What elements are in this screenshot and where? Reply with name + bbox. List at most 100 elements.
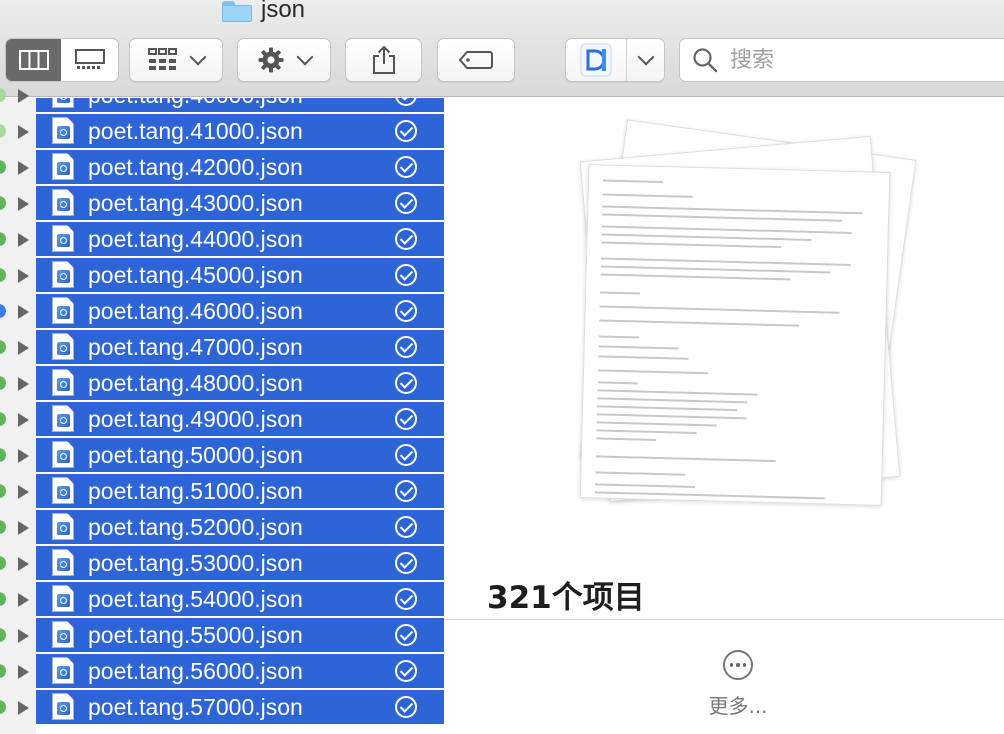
synced-check-icon	[395, 156, 417, 178]
group-by-button[interactable]	[129, 38, 223, 82]
synced-check-icon	[395, 228, 417, 250]
synced-check-icon	[395, 552, 417, 574]
parent-column-row[interactable]	[0, 114, 36, 150]
window-title: json	[261, 0, 306, 23]
json-file-icon	[52, 225, 74, 252]
parent-column-row[interactable]	[0, 78, 36, 114]
search-input[interactable]	[728, 46, 982, 74]
parent-column-row[interactable]	[0, 150, 36, 186]
disclosure-triangle-icon[interactable]	[18, 305, 29, 319]
file-row[interactable]: poet.tang.41000.json	[36, 114, 444, 150]
file-name: poet.tang.54000.json	[88, 586, 303, 612]
file-row[interactable]: poet.tang.57000.json	[36, 690, 444, 726]
file-row[interactable]: poet.tang.45000.json	[36, 258, 444, 294]
view-mode-segmented-control[interactable]	[5, 38, 119, 82]
json-file-icon	[52, 657, 74, 684]
disclosure-triangle-icon[interactable]	[18, 413, 29, 427]
search-field[interactable]	[679, 38, 1004, 82]
more-label: 更多...	[708, 694, 768, 718]
share-button[interactable]	[345, 38, 422, 82]
file-row[interactable]: poet.tang.40000.json	[36, 98, 444, 114]
disclosure-triangle-icon[interactable]	[18, 593, 29, 607]
preview-text-line	[601, 225, 852, 235]
parent-column-row[interactable]	[0, 186, 36, 222]
disclosure-triangle-icon[interactable]	[18, 485, 29, 499]
synced-check-icon	[395, 624, 417, 646]
parent-column-row[interactable]	[0, 582, 36, 618]
file-row[interactable]: poet.tang.47000.json	[36, 330, 444, 366]
status-dot-icon	[0, 700, 6, 714]
file-row[interactable]: poet.tang.44000.json	[36, 222, 444, 258]
parent-column-row[interactable]	[0, 510, 36, 546]
parent-column-row[interactable]	[0, 546, 36, 582]
disclosure-triangle-icon[interactable]	[18, 125, 29, 139]
item-count: 321个项目	[487, 580, 645, 616]
parent-column-row[interactable]	[0, 330, 36, 366]
json-file-icon	[52, 513, 74, 540]
file-row[interactable]: poet.tang.50000.json	[36, 438, 444, 474]
parent-column-row[interactable]	[0, 474, 36, 510]
more-button[interactable]: 更多...	[708, 650, 768, 719]
tags-button[interactable]	[437, 38, 515, 82]
synced-check-icon	[395, 192, 417, 214]
parent-column-row[interactable]	[0, 366, 36, 402]
gallery-view-button[interactable]	[61, 39, 118, 81]
file-row[interactable]: poet.tang.42000.json	[36, 150, 444, 186]
file-list[interactable]: poet.tang.40000.json poet.tang.41000.json…	[36, 98, 444, 734]
file-name: poet.tang.48000.json	[88, 370, 303, 396]
file-row[interactable]: poet.tang.51000.json	[36, 474, 444, 510]
synced-check-icon	[395, 300, 417, 322]
file-row[interactable]: poet.tang.43000.json	[36, 186, 444, 222]
preview-text-line	[596, 437, 657, 441]
parent-column-row[interactable]	[0, 258, 36, 294]
open-with-app-button[interactable]	[565, 38, 665, 82]
file-row[interactable]: poet.tang.55000.json	[36, 618, 444, 654]
disclosure-triangle-icon[interactable]	[18, 449, 29, 463]
file-row[interactable]: poet.tang.48000.json	[36, 366, 444, 402]
parent-column-row[interactable]	[0, 618, 36, 654]
preview-text-line	[598, 335, 639, 339]
file-row[interactable]: poet.tang.46000.json	[36, 294, 444, 330]
group-grid-icon	[148, 48, 177, 70]
disclosure-triangle-icon[interactable]	[18, 341, 29, 355]
status-dot-icon	[0, 340, 6, 354]
disclosure-triangle-icon[interactable]	[18, 197, 29, 211]
action-menu-button[interactable]	[237, 38, 331, 82]
disclosure-triangle-icon[interactable]	[18, 557, 29, 571]
parent-column-row[interactable]	[0, 438, 36, 474]
preview-text-line	[600, 265, 831, 274]
parent-column-row[interactable]	[0, 222, 36, 258]
disclosure-triangle-icon[interactable]	[18, 521, 29, 535]
disclosure-triangle-icon[interactable]	[18, 701, 29, 715]
file-row[interactable]: poet.tang.56000.json	[36, 654, 444, 690]
file-name: poet.tang.47000.json	[88, 334, 303, 360]
column-view-button[interactable]	[6, 39, 61, 81]
disclosure-triangle-icon[interactable]	[18, 89, 29, 103]
disclosure-triangle-icon[interactable]	[18, 233, 29, 247]
file-row[interactable]: poet.tang.52000.json	[36, 510, 444, 546]
disclosure-triangle-icon[interactable]	[18, 665, 29, 679]
preview-pane: 321个项目 更多...	[444, 98, 1004, 734]
disclosure-triangle-icon[interactable]	[18, 161, 29, 175]
parent-column-row[interactable]	[0, 294, 36, 330]
file-row[interactable]: poet.tang.54000.json	[36, 582, 444, 618]
divider	[444, 619, 1004, 620]
synced-check-icon	[395, 98, 417, 106]
parent-column-row[interactable]	[0, 402, 36, 438]
preview-text-line	[599, 305, 840, 314]
synced-check-icon	[395, 588, 417, 610]
file-name: poet.tang.40000.json	[88, 98, 303, 112]
window-title-area: json	[222, 0, 305, 28]
preview-text-line	[600, 273, 791, 281]
preview-text-line	[602, 213, 843, 222]
file-row[interactable]: poet.tang.49000.json	[36, 402, 444, 438]
parent-column-row[interactable]	[0, 654, 36, 690]
disclosure-triangle-icon[interactable]	[18, 269, 29, 283]
file-name: poet.tang.49000.json	[88, 406, 303, 432]
json-file-icon	[52, 297, 74, 324]
disclosure-triangle-icon[interactable]	[18, 377, 29, 391]
file-row[interactable]: poet.tang.53000.json	[36, 546, 444, 582]
parent-column-row[interactable]	[0, 690, 36, 726]
json-file-icon	[52, 621, 74, 648]
disclosure-triangle-icon[interactable]	[18, 629, 29, 643]
